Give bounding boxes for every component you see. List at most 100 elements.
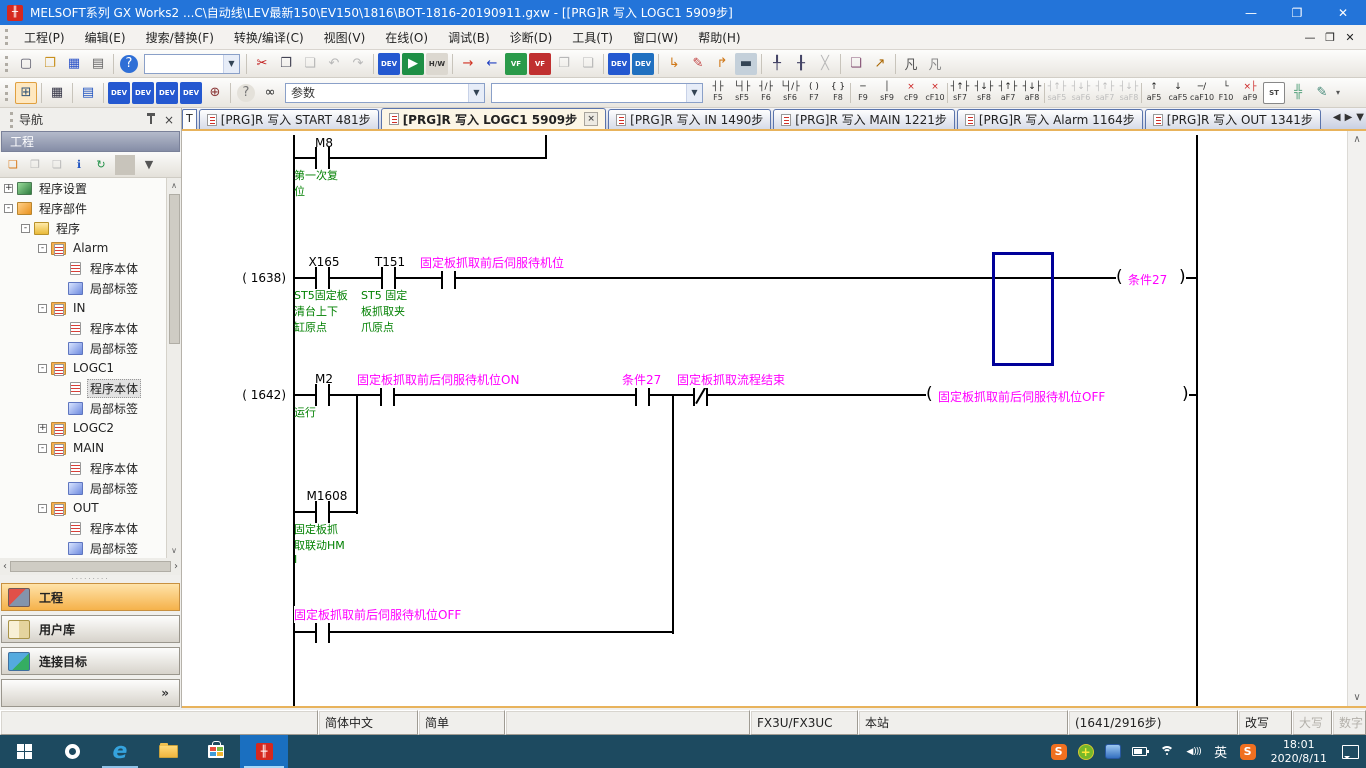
open-branch-button[interactable]: └┤├ sF5 xyxy=(730,80,754,106)
tab-scroll-left-icon[interactable]: ◀ xyxy=(1333,112,1341,123)
toolbar-separator[interactable] xyxy=(230,83,231,103)
tree-expander[interactable]: - xyxy=(38,304,47,313)
ladder-insert-col-icon[interactable]: ╂ xyxy=(790,53,812,75)
tree-item-program-setting[interactable]: + 程序设置 xyxy=(0,178,181,198)
menu-item[interactable]: 视图(V) xyxy=(314,25,376,50)
store-button[interactable] xyxy=(192,735,240,768)
sogou-tray-button[interactable]: S xyxy=(1047,735,1071,768)
tab-overflow-fragment[interactable]: T xyxy=(182,109,197,129)
qq-tray-button[interactable] xyxy=(1101,735,1125,768)
tree-item-program-body[interactable]: 程序本体 xyxy=(0,518,181,538)
menu-item[interactable]: 工程(P) xyxy=(14,25,75,50)
ladder-insert-row-icon[interactable]: ╀ xyxy=(766,53,788,75)
tree-item-program-body[interactable]: 程序本体 xyxy=(0,318,181,338)
contact-servo-standby-off[interactable] xyxy=(315,621,330,643)
quick-access-combo[interactable]: ▼ xyxy=(144,54,240,74)
device-combo[interactable]: ▼ xyxy=(491,83,703,103)
scroll-up-icon[interactable]: ∧ xyxy=(1348,134,1366,145)
sogou-tray-button-2[interactable]: S xyxy=(1236,735,1260,768)
redo-icon[interactable]: ↷ xyxy=(347,53,369,75)
note-edit-icon[interactable]: ✎ xyxy=(687,53,709,75)
cell-cursor[interactable] xyxy=(992,252,1054,366)
delete-hline-button[interactable]: × cF9 xyxy=(899,80,923,106)
invert-fall-button[interactable]: ↓ caF5 xyxy=(1166,80,1190,106)
toolbar-separator[interactable] xyxy=(72,83,73,103)
mdi-restore-button[interactable]: ❐ xyxy=(1320,31,1340,44)
battery-tray-button[interactable] xyxy=(1128,735,1152,768)
tree-item-main[interactable]: - MAIN xyxy=(0,438,181,458)
nav-more-button[interactable]: » xyxy=(1,679,180,707)
clock[interactable]: 18:01 2020/8/11 xyxy=(1263,738,1335,766)
line-corner-button[interactable]: └ F10 xyxy=(1214,80,1238,106)
language-indicator[interactable]: 英 xyxy=(1209,735,1233,768)
tree-item-program-body[interactable]: 程序本体 xyxy=(0,458,181,478)
paste-icon[interactable]: ❏ xyxy=(299,53,321,75)
undo-icon[interactable]: ↶ xyxy=(323,53,345,75)
contact-m8[interactable] xyxy=(315,147,330,169)
tree-item-program[interactable]: - 程序 xyxy=(0,218,181,238)
start-button[interactable] xyxy=(0,735,48,768)
pulse-neg-4-button[interactable]: ┤↓├ saF8 xyxy=(1117,80,1141,106)
scroll-down-icon[interactable]: ∨ xyxy=(1348,692,1366,703)
menu-item[interactable]: 诊断(D) xyxy=(500,25,563,50)
toolbar-separator[interactable] xyxy=(895,54,896,74)
editor-vertical-scrollbar[interactable]: ∧ ∨ xyxy=(1347,131,1366,706)
maximize-button[interactable]: ❐ xyxy=(1274,0,1320,25)
contact-m2[interactable] xyxy=(315,384,330,406)
parameter-combo[interactable]: 参数▼ xyxy=(285,83,485,103)
invert-rise-button[interactable]: ↑ aF5 xyxy=(1142,80,1166,106)
tab-alarm[interactable]: [PRG]R 写入 Alarm 1164步 xyxy=(957,109,1143,129)
menu-item[interactable]: 转换/编译(C) xyxy=(224,25,314,50)
scroll-thumb[interactable] xyxy=(10,561,171,572)
tree-item-local-label[interactable]: 局部标签 xyxy=(0,338,181,358)
tree-expander[interactable]: + xyxy=(4,184,13,193)
combo-caret-icon[interactable]: ▼ xyxy=(468,84,484,102)
falling-pulse-button[interactable]: ┤↓├ sF8 xyxy=(972,80,996,106)
tree-item-out[interactable]: - OUT xyxy=(0,498,181,518)
tab-start[interactable]: [PRG]R 写入 START 481步 xyxy=(199,109,379,129)
monitor-resume-icon[interactable]: ❏ xyxy=(577,53,599,75)
falling-pulse-branch-button[interactable]: ┤↓├ aF8 xyxy=(1020,80,1044,106)
tree-expander[interactable]: - xyxy=(21,224,30,233)
write-to-plc-icon[interactable]: → xyxy=(457,53,479,75)
statement-insert-icon[interactable]: ↳ xyxy=(663,53,685,75)
inline-st-1-icon[interactable]: 凡 xyxy=(900,53,922,75)
tree-vertical-scrollbar[interactable]: ∧ ∨ xyxy=(166,178,181,558)
menu-item[interactable]: 工具(T) xyxy=(562,25,623,50)
tree-expander[interactable]: + xyxy=(38,424,47,433)
tree-expander[interactable]: - xyxy=(38,444,47,453)
new-project-icon[interactable]: ▢ xyxy=(15,53,37,75)
cut-icon[interactable]: ✂ xyxy=(251,53,273,75)
tab-logc1[interactable]: [PRG]R 写入 LOGC1 5909步 × xyxy=(381,108,606,129)
tree-item-in[interactable]: - IN xyxy=(0,298,181,318)
closed-branch-button[interactable]: └┤/├ sF6 xyxy=(778,80,802,106)
tab-close-icon[interactable]: × xyxy=(584,112,598,126)
tab-out[interactable]: [PRG]R 写入 OUT 1341步 xyxy=(1145,109,1321,129)
rising-pulse-button[interactable]: ┤↑├ sF7 xyxy=(948,80,972,106)
tab-scroll-right-icon[interactable]: ▶ xyxy=(1345,112,1353,123)
monitor-hw-icon[interactable]: H/W xyxy=(426,53,448,75)
toolbar-separator[interactable] xyxy=(103,83,104,103)
toolbar-separator[interactable] xyxy=(840,54,841,74)
inline-st-button[interactable]: ST xyxy=(1263,82,1285,104)
menu-item[interactable]: 在线(O) xyxy=(375,25,438,50)
menu-item[interactable]: 窗口(W) xyxy=(623,25,688,50)
contact-m1608[interactable] xyxy=(315,501,330,523)
toolbar-overflow-icon[interactable]: ▾ xyxy=(1336,88,1340,97)
tab-in[interactable]: [PRG]R 写入 IN 1490步 xyxy=(608,109,771,129)
device-monitor-icon[interactable]: DEV xyxy=(378,53,400,75)
pulse-neg-2-button[interactable]: ┤↓├ saF6 xyxy=(1069,80,1093,106)
tab-main[interactable]: [PRG]R 写入 MAIN 1221步 xyxy=(773,109,955,129)
contact-x165[interactable] xyxy=(315,267,330,289)
mdi-close-button[interactable]: ✕ xyxy=(1340,31,1360,44)
device-display-1-icon[interactable]: DEV xyxy=(608,53,630,75)
close-button[interactable]: ✕ xyxy=(1320,0,1366,25)
jump-icon[interactable]: ↗ xyxy=(869,53,891,75)
list-view-icon[interactable]: ▤ xyxy=(77,82,99,104)
read-from-plc-icon[interactable]: ← xyxy=(481,53,503,75)
copy-icon[interactable]: ❐ xyxy=(275,53,297,75)
toolbar-separator[interactable] xyxy=(452,54,453,74)
coil-label[interactable]: 条件27 xyxy=(1128,271,1167,288)
pin-icon[interactable] xyxy=(150,115,152,124)
help-circle-icon[interactable]: ? xyxy=(237,84,255,102)
